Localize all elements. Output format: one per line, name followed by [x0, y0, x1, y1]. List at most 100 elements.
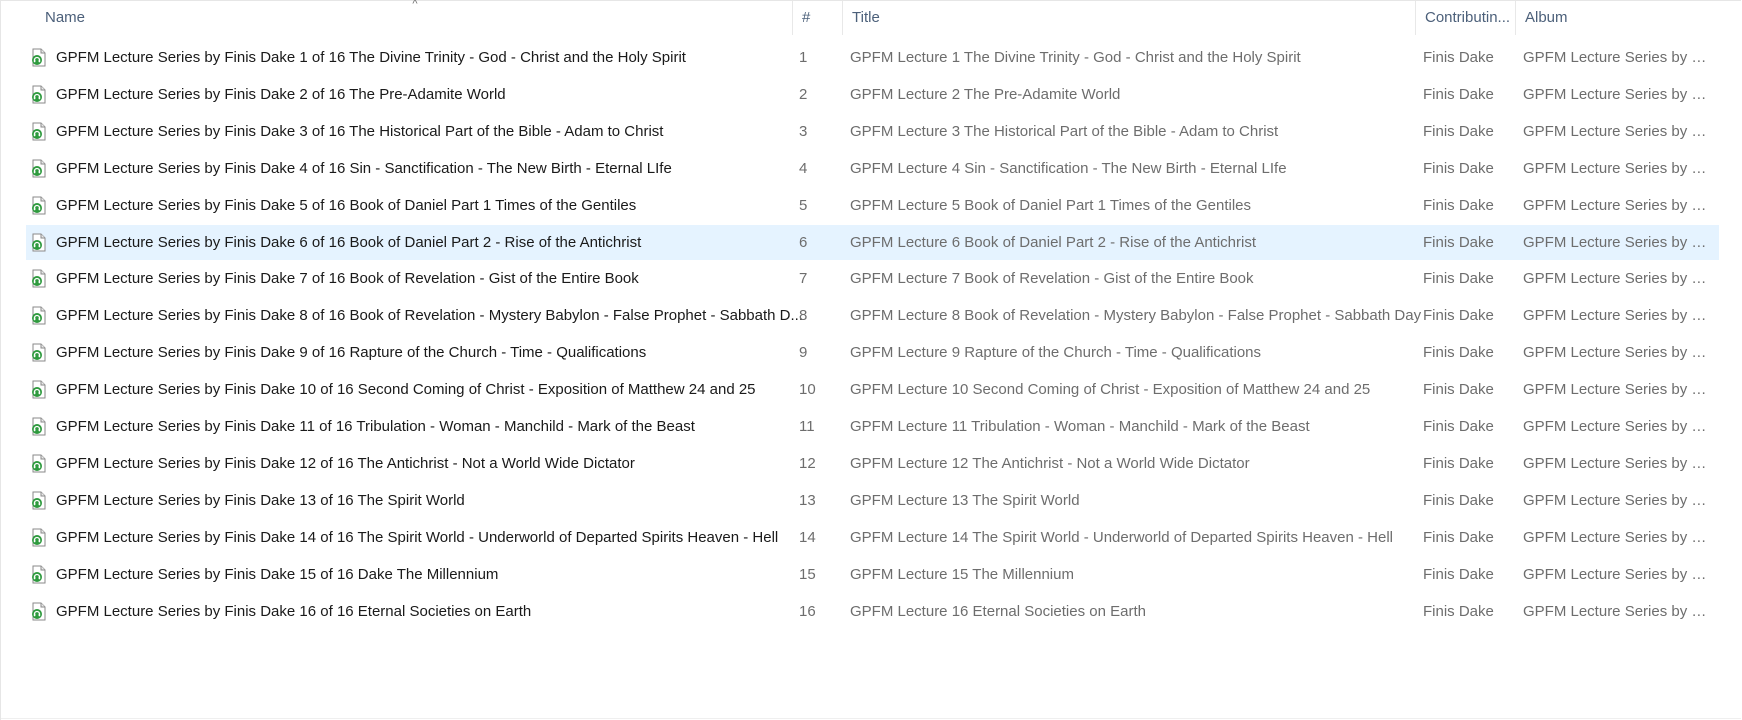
- audio-file-icon: [32, 380, 46, 399]
- file-name: GPFM Lecture Series by Finis Dake 5 of 1…: [56, 196, 637, 214]
- audio-file-icon: [32, 602, 46, 620]
- track-title: GPFM Lecture 5 Book of Daniel Part 1 Tim…: [850, 196, 1252, 214]
- sort-ascending-icon: ^: [412, 0, 418, 10]
- album-name: GPFM Lecture Series by Fini...: [1523, 418, 1713, 435]
- file-row[interactable]: GPFM Lecture Series by Finis Dake 11 of …: [26, 409, 1719, 444]
- album-name: GPFM Lecture Series by Fini...: [1523, 565, 1713, 583]
- audio-file-icon: [32, 269, 46, 288]
- file-name: GPFM Lecture Series by Finis Dake 4 of 1…: [56, 159, 672, 177]
- file-name: GPFM Lecture Series by Finis Dake 14 of …: [56, 528, 779, 546]
- track-title: GPFM Lecture 6 Book of Daniel Part 2 - R…: [850, 233, 1257, 251]
- album-name: GPFM Lecture Series by Fini...: [1523, 454, 1713, 472]
- track-number: 15: [799, 565, 816, 583]
- track-title: GPFM Lecture 11 Tribulation - Woman - Ma…: [850, 418, 1310, 435]
- audio-file-icon: [32, 85, 46, 104]
- track-title: GPFM Lecture 4 Sin - Sanctification - Th…: [850, 159, 1287, 177]
- track-title: GPFM Lecture 3 The Historical Part of th…: [850, 122, 1279, 140]
- file-name: GPFM Lecture Series by Finis Dake 3 of 1…: [56, 122, 664, 140]
- audio-file-icon: [32, 48, 46, 67]
- file-row[interactable]: GPFM Lecture Series by Finis Dake 12 of …: [26, 446, 1719, 481]
- album-name: GPFM Lecture Series by Fini...: [1523, 344, 1713, 362]
- album-name: GPFM Lecture Series by Fini...: [1523, 49, 1713, 66]
- column-header-album[interactable]: Album: [1516, 1, 1741, 35]
- album-name: GPFM Lecture Series by Fini...: [1523, 491, 1713, 509]
- file-row[interactable]: GPFM Lecture Series by Finis Dake 14 of …: [26, 520, 1719, 555]
- track-number: 5: [799, 196, 808, 214]
- track-title: GPFM Lecture 7 Book of Revelation - Gist…: [850, 270, 1254, 288]
- track-title: GPFM Lecture 10 Second Coming of Christ …: [850, 381, 1371, 399]
- file-row[interactable]: GPFM Lecture Series by Finis Dake 6 of 1…: [26, 224, 1719, 260]
- track-number: 11: [799, 418, 815, 435]
- contributing-artist: Finis Dake: [1423, 49, 1494, 66]
- column-header-name-label: Name: [45, 9, 86, 26]
- album-name: GPFM Lecture Series by Fini...: [1523, 381, 1713, 399]
- file-row[interactable]: GPFM Lecture Series by Finis Dake 2 of 1…: [26, 77, 1719, 112]
- audio-file-icon: [32, 417, 46, 436]
- track-number: 13: [799, 491, 816, 509]
- file-row[interactable]: GPFM Lecture Series by Finis Dake 4 of 1…: [26, 151, 1719, 186]
- file-name: GPFM Lecture Series by Finis Dake 9 of 1…: [56, 344, 647, 362]
- file-name: GPFM Lecture Series by Finis Dake 15 of …: [56, 565, 499, 583]
- album-name: GPFM Lecture Series by Fini...: [1523, 528, 1713, 546]
- track-number: 8: [799, 307, 808, 325]
- file-row[interactable]: GPFM Lecture Series by Finis Dake 7 of 1…: [26, 261, 1719, 296]
- audio-file-icon: [32, 454, 46, 473]
- track-title: GPFM Lecture 8 Book of Revelation - Myst…: [850, 307, 1422, 325]
- track-title: GPFM Lecture 12 The Antichrist - Not a W…: [850, 454, 1250, 472]
- track-title: GPFM Lecture 13 The Spirit World: [850, 491, 1080, 509]
- audio-file-icon: [32, 233, 46, 251]
- album-name: GPFM Lecture Series by Fini...: [1523, 159, 1713, 177]
- album-name: GPFM Lecture Series by Fini...: [1523, 602, 1713, 620]
- audio-file-icon: [32, 306, 46, 325]
- contributing-artist: Finis Dake: [1423, 122, 1494, 140]
- track-title: GPFM Lecture 15 The Millennium: [850, 565, 1074, 583]
- file-name: GPFM Lecture Series by Finis Dake 1 of 1…: [56, 49, 686, 66]
- track-title: GPFM Lecture 2 The Pre-Adamite World: [850, 85, 1121, 103]
- column-header-title[interactable]: Title: [843, 1, 1416, 35]
- audio-file-icon: [32, 528, 46, 547]
- contributing-artist: Finis Dake: [1423, 85, 1494, 103]
- contributing-artist: Finis Dake: [1423, 565, 1494, 583]
- column-header-album-label: Album: [1525, 9, 1568, 26]
- file-name: GPFM Lecture Series by Finis Dake 2 of 1…: [56, 85, 506, 103]
- album-name: GPFM Lecture Series by Fini...: [1523, 85, 1713, 103]
- file-row[interactable]: GPFM Lecture Series by Finis Dake 10 of …: [26, 372, 1719, 407]
- column-header-title-label: Title: [852, 9, 880, 26]
- file-row[interactable]: GPFM Lecture Series by Finis Dake 5 of 1…: [26, 188, 1719, 223]
- album-name: GPFM Lecture Series by Fini...: [1523, 233, 1713, 251]
- contributing-artist: Finis Dake: [1423, 454, 1494, 472]
- audio-file-icon: [32, 122, 46, 141]
- album-name: GPFM Lecture Series by Fini...: [1523, 270, 1713, 288]
- file-name: GPFM Lecture Series by Finis Dake 6 of 1…: [56, 233, 642, 251]
- file-row[interactable]: GPFM Lecture Series by Finis Dake 3 of 1…: [26, 114, 1719, 149]
- column-header-bar: Name # Title Contributin... Album ^: [1, 0, 1741, 35]
- contributing-artist: Finis Dake: [1423, 307, 1494, 325]
- file-name: GPFM Lecture Series by Finis Dake 16 of …: [56, 602, 532, 620]
- file-row[interactable]: GPFM Lecture Series by Finis Dake 13 of …: [26, 483, 1719, 518]
- contributing-artist: Finis Dake: [1423, 159, 1494, 177]
- audio-file-icon: [32, 565, 46, 584]
- file-name: GPFM Lecture Series by Finis Dake 8 of 1…: [56, 307, 803, 325]
- file-row[interactable]: GPFM Lecture Series by Finis Dake 8 of 1…: [26, 298, 1719, 333]
- column-header-contributing-artists[interactable]: Contributin...: [1416, 1, 1516, 35]
- track-number: 1: [799, 49, 808, 66]
- column-header-contributing-label: Contributin...: [1425, 9, 1511, 26]
- track-number: 10: [799, 381, 816, 399]
- file-row[interactable]: GPFM Lecture Series by Finis Dake 15 of …: [26, 557, 1719, 592]
- file-row[interactable]: GPFM Lecture Series by Finis Dake 9 of 1…: [26, 335, 1719, 370]
- contributing-artist: Finis Dake: [1423, 344, 1494, 362]
- list-bottom-divider: [1, 718, 1741, 719]
- track-number: 9: [799, 344, 808, 362]
- file-row[interactable]: GPFM Lecture Series by Finis Dake 1 of 1…: [26, 40, 1719, 75]
- audio-file-icon: [32, 343, 46, 362]
- file-name: GPFM Lecture Series by Finis Dake 13 of …: [56, 491, 465, 509]
- contributing-artist: Finis Dake: [1423, 528, 1494, 546]
- column-header-number[interactable]: #: [793, 1, 843, 35]
- file-row[interactable]: GPFM Lecture Series by Finis Dake 16 of …: [26, 594, 1719, 629]
- track-number: 6: [799, 233, 808, 251]
- contributing-artist: Finis Dake: [1423, 381, 1494, 399]
- track-title: GPFM Lecture 9 Rapture of the Church - T…: [850, 344, 1261, 362]
- contributing-artist: Finis Dake: [1423, 491, 1494, 509]
- track-title: GPFM Lecture 14 The Spirit World - Under…: [850, 528, 1393, 546]
- contributing-artist: Finis Dake: [1423, 270, 1494, 288]
